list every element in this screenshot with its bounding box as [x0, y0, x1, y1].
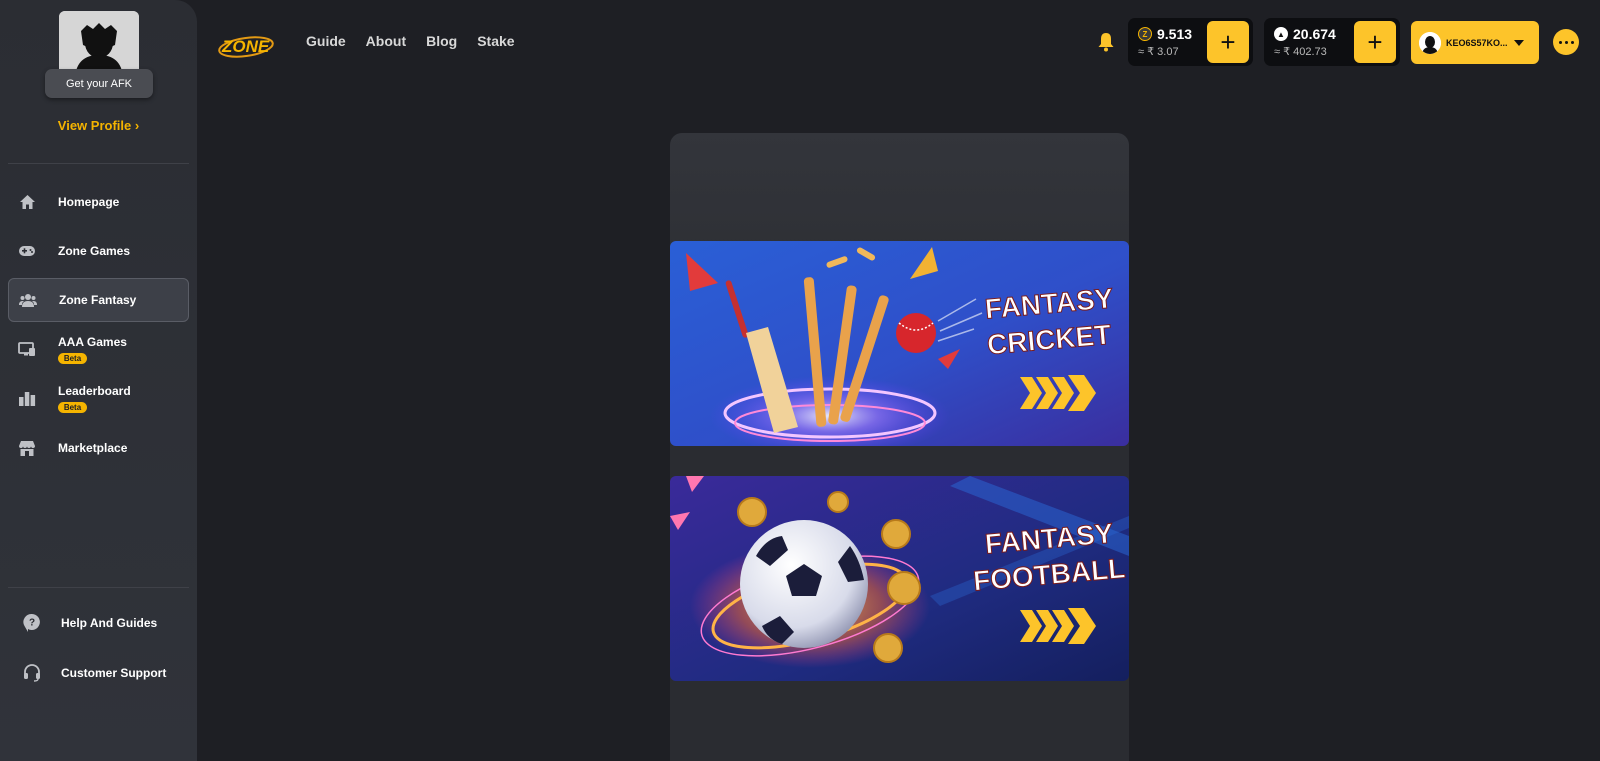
- sidebar-divider: [8, 587, 189, 588]
- headset-icon: [23, 664, 41, 682]
- zone-logo[interactable]: ZONE: [218, 30, 278, 60]
- wallet-fiat: ≈ ₹ 402.73: [1274, 46, 1327, 58]
- nav-blog[interactable]: Blog: [426, 33, 457, 49]
- svg-text:?: ?: [29, 618, 35, 629]
- fantasy-football-banner[interactable]: FANTASY FOOTBALL: [670, 476, 1129, 681]
- zone-wallet: Z 9.513 ≈ ₹ 3.07 +: [1128, 18, 1253, 66]
- sidebar-item-aaa-games[interactable]: AAA Games Beta: [8, 327, 189, 371]
- profile-avatar[interactable]: [59, 11, 139, 77]
- chevron-right-icon: ›: [134, 118, 140, 133]
- user-menu-button[interactable]: KEO6S57KO...: [1411, 21, 1539, 64]
- nav-guide[interactable]: Guide: [306, 33, 346, 49]
- sidebar-item-zone-fantasy[interactable]: Zone Fantasy: [8, 278, 189, 322]
- sidebar-item-label: AAA Games: [58, 334, 127, 349]
- nav-about[interactable]: About: [366, 33, 406, 49]
- beta-badge: Beta: [58, 401, 87, 413]
- avatar: [1419, 31, 1441, 54]
- wallet-amount: 20.674: [1293, 26, 1336, 42]
- avax-coin-icon: ▲: [1274, 27, 1288, 41]
- help-icon: ?: [23, 613, 41, 632]
- sidebar-item-label: Homepage: [58, 195, 120, 209]
- wallet-amount: 9.513: [1157, 26, 1193, 42]
- wallet-fiat: ≈ ₹ 3.07: [1138, 46, 1179, 58]
- sidebar-item-label: Help And Guides: [61, 616, 158, 630]
- fantasy-icon: [19, 291, 37, 309]
- sidebar-item-zone-games[interactable]: Zone Games: [8, 229, 189, 273]
- get-afk-button[interactable]: Get your AFK: [45, 69, 153, 98]
- chevron-down-icon: [1513, 39, 1524, 46]
- home-icon: [18, 193, 36, 211]
- chat-icon[interactable]: [1553, 29, 1579, 55]
- sidebar-item-leaderboard[interactable]: Leaderboard Beta: [8, 376, 189, 420]
- sidebar-item-label: Customer Support: [61, 666, 167, 680]
- gamepad-icon: [18, 242, 36, 260]
- add-funds-button[interactable]: +: [1207, 21, 1249, 63]
- zone-coin-icon: Z: [1138, 27, 1152, 41]
- logo-text: ZONE: [221, 37, 270, 56]
- monitor-icon: [18, 340, 36, 358]
- sidebar-item-label: Leaderboard: [58, 383, 131, 398]
- store-icon: [18, 439, 36, 457]
- username: KEO6S57KO...: [1446, 37, 1508, 48]
- nav-stake[interactable]: Stake: [477, 33, 514, 49]
- leaderboard-icon: [18, 389, 36, 407]
- sidebar-item-label: Zone Games: [58, 244, 131, 258]
- sidebar-item-marketplace[interactable]: Marketplace: [8, 426, 189, 470]
- sidebar-item-help-guides[interactable]: ? Help And Guides: [8, 601, 189, 645]
- add-funds-button[interactable]: +: [1354, 21, 1396, 63]
- top-nav: Guide About Blog Stake: [306, 33, 515, 49]
- beta-badge: Beta: [58, 352, 87, 364]
- view-profile-label: View Profile: [57, 118, 132, 133]
- sidebar-item-label: Zone Fantasy: [59, 293, 137, 307]
- sidebar-item-customer-support[interactable]: Customer Support: [8, 651, 189, 695]
- sidebar-item-label: Marketplace: [58, 441, 128, 455]
- fantasy-cricket-banner[interactable]: FANTASY CRICKET: [670, 241, 1129, 446]
- sidebar-divider: [8, 163, 189, 164]
- view-profile-link[interactable]: View Profile ›: [0, 118, 197, 133]
- sidebar: Get your AFK View Profile › Homepage Zon…: [0, 0, 197, 761]
- avax-wallet: ▲ 20.674 ≈ ₹ 402.73 +: [1264, 18, 1400, 66]
- bell-icon[interactable]: [1097, 32, 1115, 57]
- sidebar-item-homepage[interactable]: Homepage: [8, 180, 189, 224]
